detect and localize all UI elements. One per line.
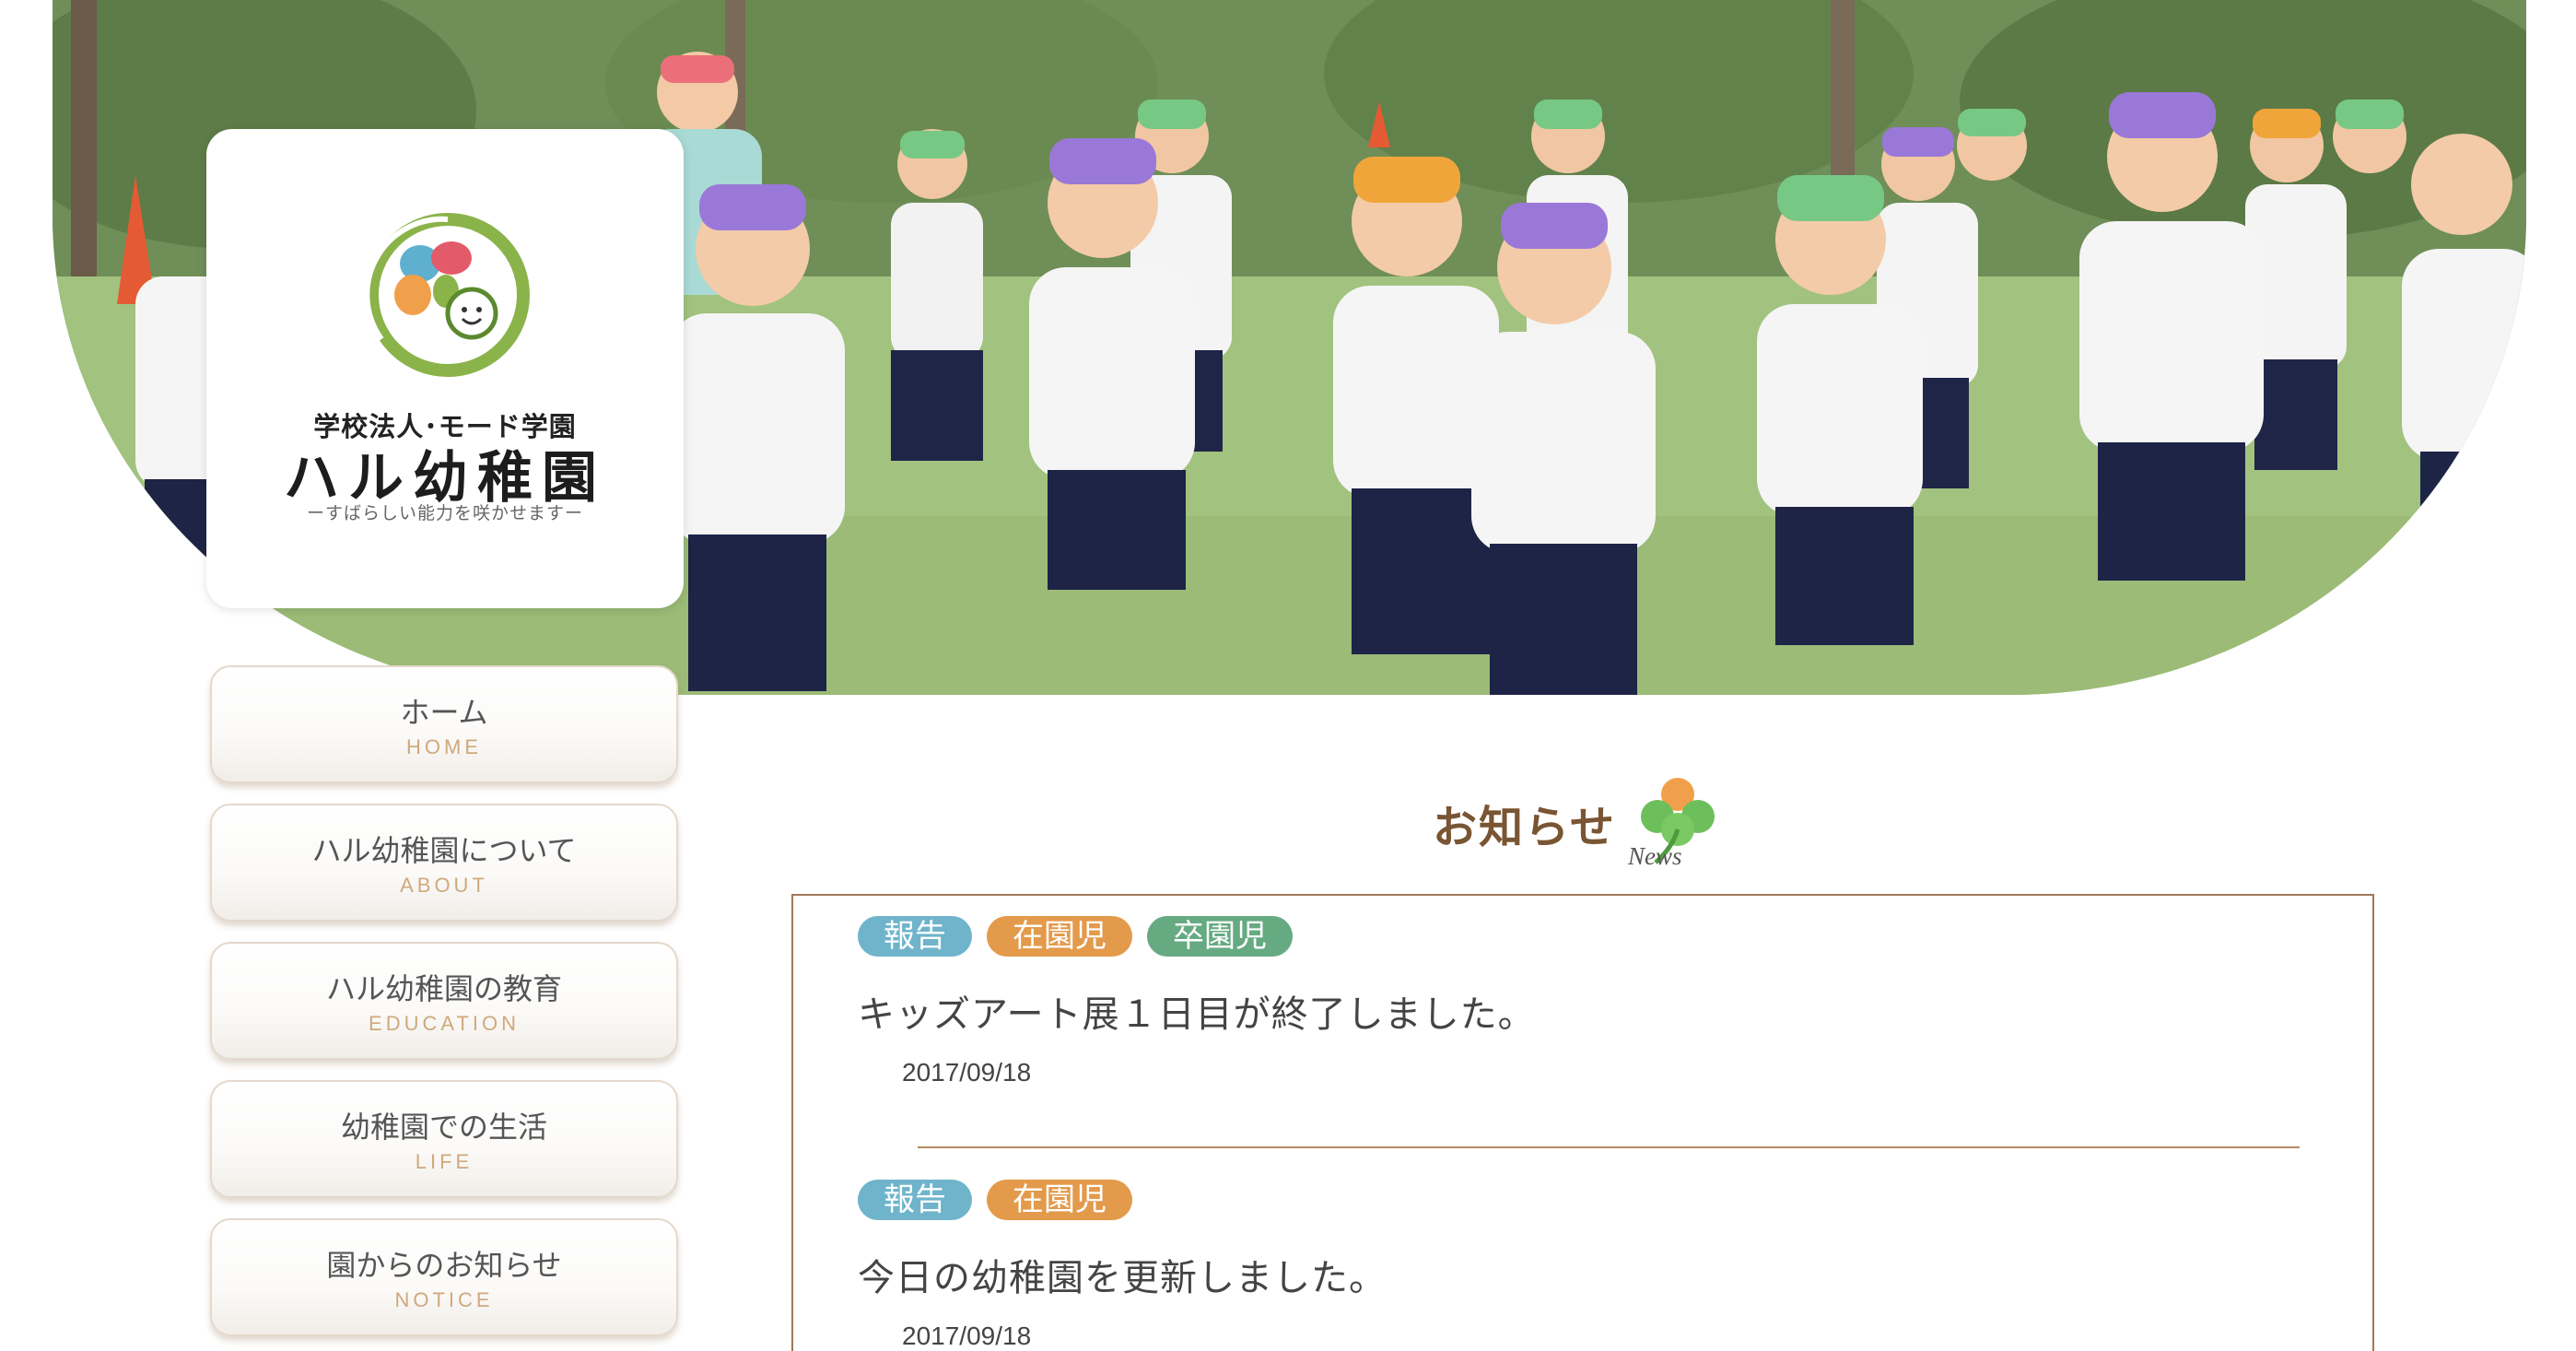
nav-education[interactable]: ハル幼稚園の教育 EDUCATION <box>210 942 678 1060</box>
nav-sublabel: LIFE <box>415 1150 474 1173</box>
news-list: 報告 在園児 卒園児 キッズアート展１日目が終了しました。 2017/09/18 報… <box>791 894 2374 1351</box>
logo-mark-icon <box>364 213 530 377</box>
tag-list: 報告 在園児 卒園児 <box>858 916 2332 958</box>
news-entry[interactable]: 報告 在園児 卒園児 キッズアート展１日目が終了しました。 2017/09/18 <box>858 916 2332 1087</box>
tag-current-students[interactable]: 在園児 <box>987 916 1132 957</box>
nav-notice[interactable]: 園からのお知らせ NOTICE <box>210 1218 678 1336</box>
news-heading: お知らせ News <box>1433 774 1727 875</box>
nav-label: 園からのお知らせ <box>326 1248 562 1283</box>
main-nav: ホーム HOME ハル幼稚園について ABOUT ハル幼稚園の教育 EDUCAT… <box>210 665 678 1351</box>
news-entry-title[interactable]: 今日の幼稚園を更新しました。 <box>858 1248 2332 1301</box>
nav-sublabel: NOTICE <box>394 1288 494 1311</box>
tag-current-students[interactable]: 在園児 <box>987 1180 1132 1220</box>
nav-label: ハル幼稚園について <box>311 833 577 868</box>
nav-label: 幼稚園での生活 <box>340 1110 547 1145</box>
news-subtitle: News <box>1628 842 1682 870</box>
site-logo-card[interactable]: 学校法人･モード学園 ハル幼稚園 ーすばらしい能力を咲かせますー <box>206 129 684 608</box>
nav-sublabel: HOME <box>406 735 482 758</box>
nav-sublabel: ABOUT <box>400 874 488 897</box>
news-title: お知らせ <box>1433 802 1617 853</box>
nav-life[interactable]: 幼稚園での生活 LIFE <box>210 1080 678 1198</box>
nav-label: ホーム <box>400 695 488 730</box>
news-divider <box>918 1146 2300 1148</box>
nav-sublabel: EDUCATION <box>369 1012 520 1035</box>
news-entry-title[interactable]: キッズアート展１日目が終了しました。 <box>858 984 2332 1038</box>
tag-graduates[interactable]: 卒園児 <box>1147 916 1293 957</box>
tag-list: 報告 在園児 <box>858 1180 2332 1222</box>
nav-home[interactable]: ホーム HOME <box>210 665 678 783</box>
news-entry-date: 2017/09/18 <box>902 1058 1032 1087</box>
news-entry[interactable]: 報告 在園児 今日の幼稚園を更新しました。 2017/09/18 <box>858 1180 2332 1351</box>
news-entry-date: 2017/09/18 <box>902 1322 1032 1350</box>
nav-label: ハル幼稚園の教育 <box>325 971 562 1006</box>
nav-about[interactable]: ハル幼稚園について ABOUT <box>210 804 678 922</box>
tag-report[interactable]: 報告 <box>858 916 972 957</box>
tag-report[interactable]: 報告 <box>858 1180 972 1220</box>
logo-tagline: ーすばらしい能力を咲かせますー <box>306 503 583 523</box>
